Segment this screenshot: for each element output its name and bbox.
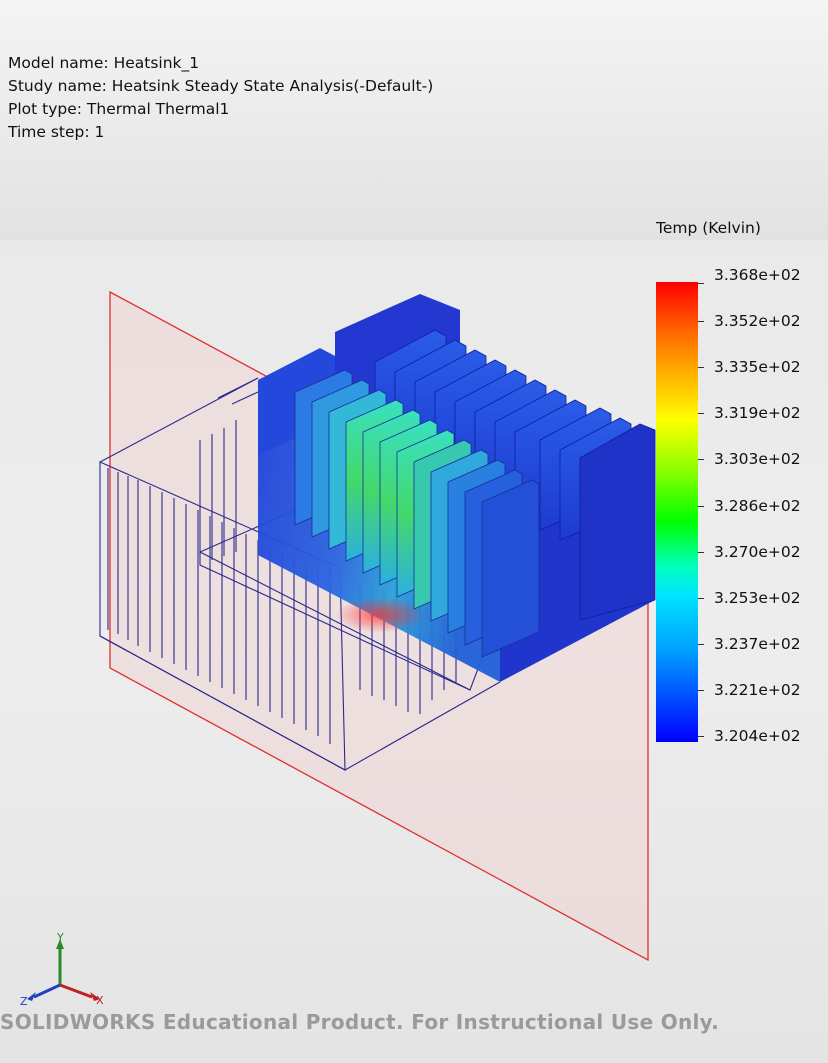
legend-tick-mark — [698, 689, 704, 691]
triad-z-label: Z — [20, 995, 28, 1008]
legend-tick-label: 3.335e+02 — [714, 358, 801, 377]
legend-tick-label: 3.204e+02 — [714, 727, 801, 745]
legend-tick-mark — [698, 413, 704, 415]
legend-tick-label: 3.253e+02 — [714, 588, 801, 607]
legend-tick-label: 3.221e+02 — [714, 680, 801, 699]
legend-tick-label: 3.352e+02 — [714, 312, 801, 331]
triad-y-label: Y — [56, 931, 64, 944]
legend-tick-mark — [698, 459, 704, 461]
legend-tick-label: 3.303e+02 — [714, 450, 801, 469]
legend-tick-label: 3.270e+02 — [714, 542, 801, 561]
legend-tick-label: 3.237e+02 — [714, 634, 801, 653]
legend-tick-mark — [698, 597, 704, 599]
legend-tick-mark — [698, 321, 704, 323]
legend-tick-mark — [698, 643, 704, 645]
legend-tick-label: 3.368e+02 — [714, 266, 801, 284]
legend-tick-label: 3.286e+02 — [714, 496, 801, 515]
legend-tick-mark — [698, 736, 704, 737]
legend-tick-mark — [698, 283, 704, 284]
legend-title: Temp (Kelvin) — [656, 219, 761, 237]
orientation-triad: Y X Z — [20, 931, 104, 1008]
legend-tick-label: 3.319e+02 — [714, 404, 801, 423]
legend-tick-mark — [698, 551, 704, 553]
legend-tick-mark — [698, 505, 704, 507]
legend-tick-mark — [698, 367, 704, 369]
color-bar — [656, 282, 698, 742]
model-viewport[interactable]: Y X Z — [0, 0, 828, 1063]
watermark: SOLIDWORKS Educational Product. For Inst… — [0, 1010, 720, 1034]
triad-x-label: X — [96, 994, 104, 1007]
